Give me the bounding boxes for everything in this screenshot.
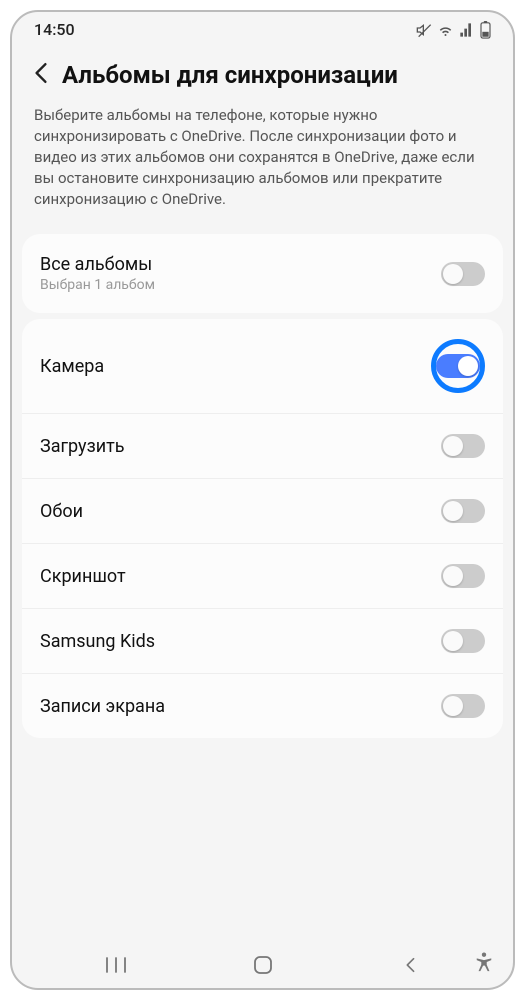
- battery-icon: [480, 21, 491, 39]
- recents-icon: [105, 956, 127, 974]
- status-icons: [416, 21, 491, 39]
- album-label: Записи экрана: [40, 696, 165, 717]
- highlight-ring: [431, 339, 485, 393]
- album-toggle[interactable]: [441, 499, 485, 523]
- page-description: Выберите альбомы на телефоне, которые ну…: [12, 99, 513, 228]
- all-albums-label: Все альбомы: [40, 254, 155, 275]
- album-row[interactable]: Скриншот: [22, 543, 503, 608]
- home-icon: [253, 955, 273, 975]
- album-toggle[interactable]: [441, 434, 485, 458]
- page-title: Альбомы для синхронизации: [62, 61, 398, 89]
- header: Альбомы для синхронизации: [12, 43, 513, 99]
- album-row[interactable]: Обои: [22, 478, 503, 543]
- album-row[interactable]: Samsung Kids: [22, 608, 503, 673]
- signal-icon: [459, 22, 475, 38]
- mute-icon: [416, 22, 432, 38]
- accessibility-icon: [475, 952, 493, 972]
- device-frame: 14:50 Альбомы для синхронизации Выберите…: [10, 10, 515, 990]
- back-button[interactable]: [34, 62, 48, 88]
- album-label: Samsung Kids: [40, 631, 155, 652]
- album-label: Камера: [40, 356, 104, 377]
- album-toggle[interactable]: [441, 694, 485, 718]
- status-time: 14:50: [34, 20, 75, 39]
- nav-home[interactable]: [235, 955, 291, 975]
- nav-bar: [12, 942, 513, 988]
- album-row[interactable]: Записи экрана: [22, 673, 503, 738]
- all-albums-card: Все альбомы Выбран 1 альбом: [22, 234, 503, 313]
- status-bar: 14:50: [12, 12, 513, 43]
- chevron-left-icon: [34, 62, 48, 84]
- album-toggle[interactable]: [441, 564, 485, 588]
- nav-recents[interactable]: [88, 956, 144, 974]
- albums-card: Камера Загрузить Обои Скриншот Samsung Kids З…: [22, 319, 503, 738]
- all-albums-row[interactable]: Все альбомы Выбран 1 альбом: [22, 234, 503, 313]
- nav-back[interactable]: [382, 956, 438, 974]
- album-label: Скриншот: [40, 566, 126, 587]
- album-row[interactable]: Загрузить: [22, 413, 503, 478]
- wifi-icon: [437, 22, 454, 38]
- album-label: Обои: [40, 501, 83, 522]
- album-label: Загрузить: [40, 436, 125, 457]
- nav-back-icon: [403, 956, 417, 974]
- content: Альбомы для синхронизации Выберите альбо…: [12, 43, 513, 942]
- all-albums-sub: Выбран 1 альбом: [40, 277, 155, 293]
- accessibility-button[interactable]: [475, 952, 493, 976]
- album-row[interactable]: Камера: [22, 319, 503, 413]
- album-toggle[interactable]: [441, 629, 485, 653]
- all-albums-toggle[interactable]: [441, 262, 485, 286]
- album-toggle[interactable]: [436, 354, 480, 378]
